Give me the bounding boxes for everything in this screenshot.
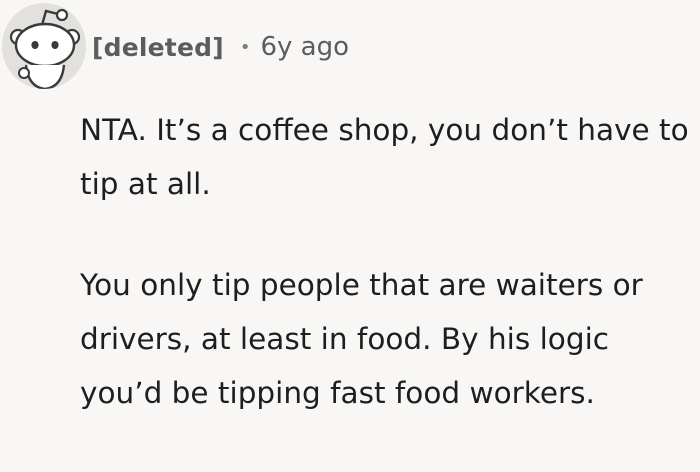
comment-meta: [deleted] • 6y ago xyxy=(92,30,349,64)
comment-body: NTA. It’s a coffee shop, you don’t have … xyxy=(80,103,690,420)
comment: [deleted] • 6y ago NTA. It’s a coffee sh… xyxy=(0,0,700,472)
separator-dot: • xyxy=(239,36,251,58)
reddit-snoo-icon[interactable] xyxy=(2,3,86,89)
comment-paragraph: NTA. It’s a coffee shop, you don’t have … xyxy=(80,113,689,201)
comment-paragraph: You only tip people that are waiters or … xyxy=(80,268,643,410)
comment-age[interactable]: 6y ago xyxy=(260,32,349,62)
username[interactable]: [deleted] xyxy=(92,33,224,62)
avatar-image xyxy=(2,3,86,89)
